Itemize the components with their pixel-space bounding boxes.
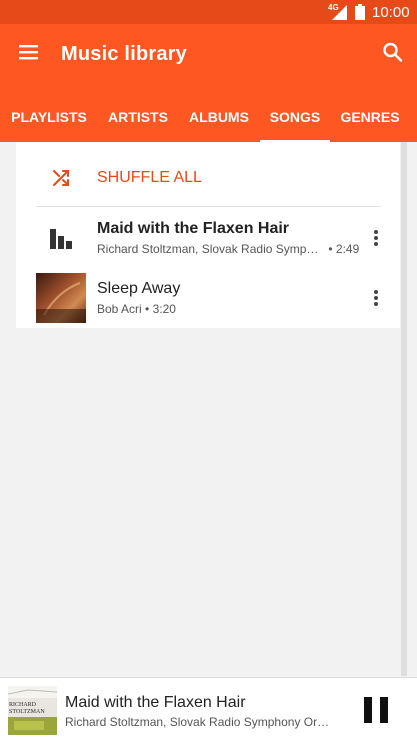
scrollbar[interactable]	[401, 142, 407, 676]
page-title: Music library	[61, 43, 187, 65]
tab-playlists[interactable]: PLAYLISTS	[4, 94, 94, 142]
now-playing-icon	[50, 229, 72, 249]
pause-icon[interactable]	[360, 694, 392, 726]
song-duration: 3:20	[152, 302, 176, 316]
song-list: SHUFFLE ALL Maid with the Flaxen Hair Ri…	[16, 142, 400, 328]
tab-artists[interactable]: ARTISTS	[100, 94, 176, 142]
signal-icon	[332, 5, 347, 20]
battery-icon	[355, 4, 365, 20]
album-art-text: RICHARD	[9, 702, 37, 708]
more-options-icon[interactable]	[368, 288, 384, 308]
search-icon[interactable]	[378, 38, 408, 68]
song-title: Maid with the Flaxen Hair	[97, 220, 290, 237]
divider	[36, 206, 381, 207]
menu-icon[interactable]	[14, 38, 44, 68]
tab-songs[interactable]: SONGS	[260, 94, 330, 142]
more-options-icon[interactable]	[368, 228, 384, 248]
now-playing-album-art: RICHARD STOLTZMAN	[8, 686, 57, 735]
album-art	[36, 273, 86, 323]
tab-bar: PLAYLISTS ARTISTS ALBUMS SONGS GENRES	[0, 94, 417, 142]
shuffle-all-button[interactable]: SHUFFLE ALL	[16, 142, 400, 206]
shuffle-all-label: SHUFFLE ALL	[97, 169, 202, 186]
separator: •	[145, 302, 150, 316]
app-bar: Music library PLAYLISTS ARTISTS ALBUMS S…	[0, 24, 417, 142]
tab-albums[interactable]: ALBUMS	[182, 94, 256, 142]
separator: •	[328, 242, 333, 256]
now-playing-subtitle: Richard Stoltzman, Slovak Radio Symphony…	[65, 715, 330, 729]
song-row[interactable]: Sleep Away Bob Acri • 3:20	[16, 268, 400, 328]
song-subtitle: Bob Acri • 3:20	[97, 302, 176, 316]
song-artist: Richard Stoltzman, Slovak Radio Symphony…	[97, 242, 325, 256]
song-subtitle: Richard Stoltzman, Slovak Radio Symphony…	[97, 242, 359, 256]
shuffle-icon	[53, 170, 69, 186]
song-duration: 2:49	[335, 242, 360, 256]
song-artist: Bob Acri	[97, 302, 142, 316]
clock: 10:00	[372, 4, 410, 21]
tab-genres[interactable]: GENRES	[336, 94, 404, 142]
status-bar: 4G 10:00	[0, 0, 417, 24]
album-art-text: STOLTZMAN	[9, 709, 45, 715]
now-playing-title: Maid with the Flaxen Hair	[65, 694, 246, 711]
song-row[interactable]: Maid with the Flaxen Hair Richard Stoltz…	[16, 208, 400, 268]
song-title: Sleep Away	[97, 280, 181, 297]
now-playing-bar[interactable]: RICHARD STOLTZMAN Maid with the Flaxen H…	[0, 677, 417, 742]
